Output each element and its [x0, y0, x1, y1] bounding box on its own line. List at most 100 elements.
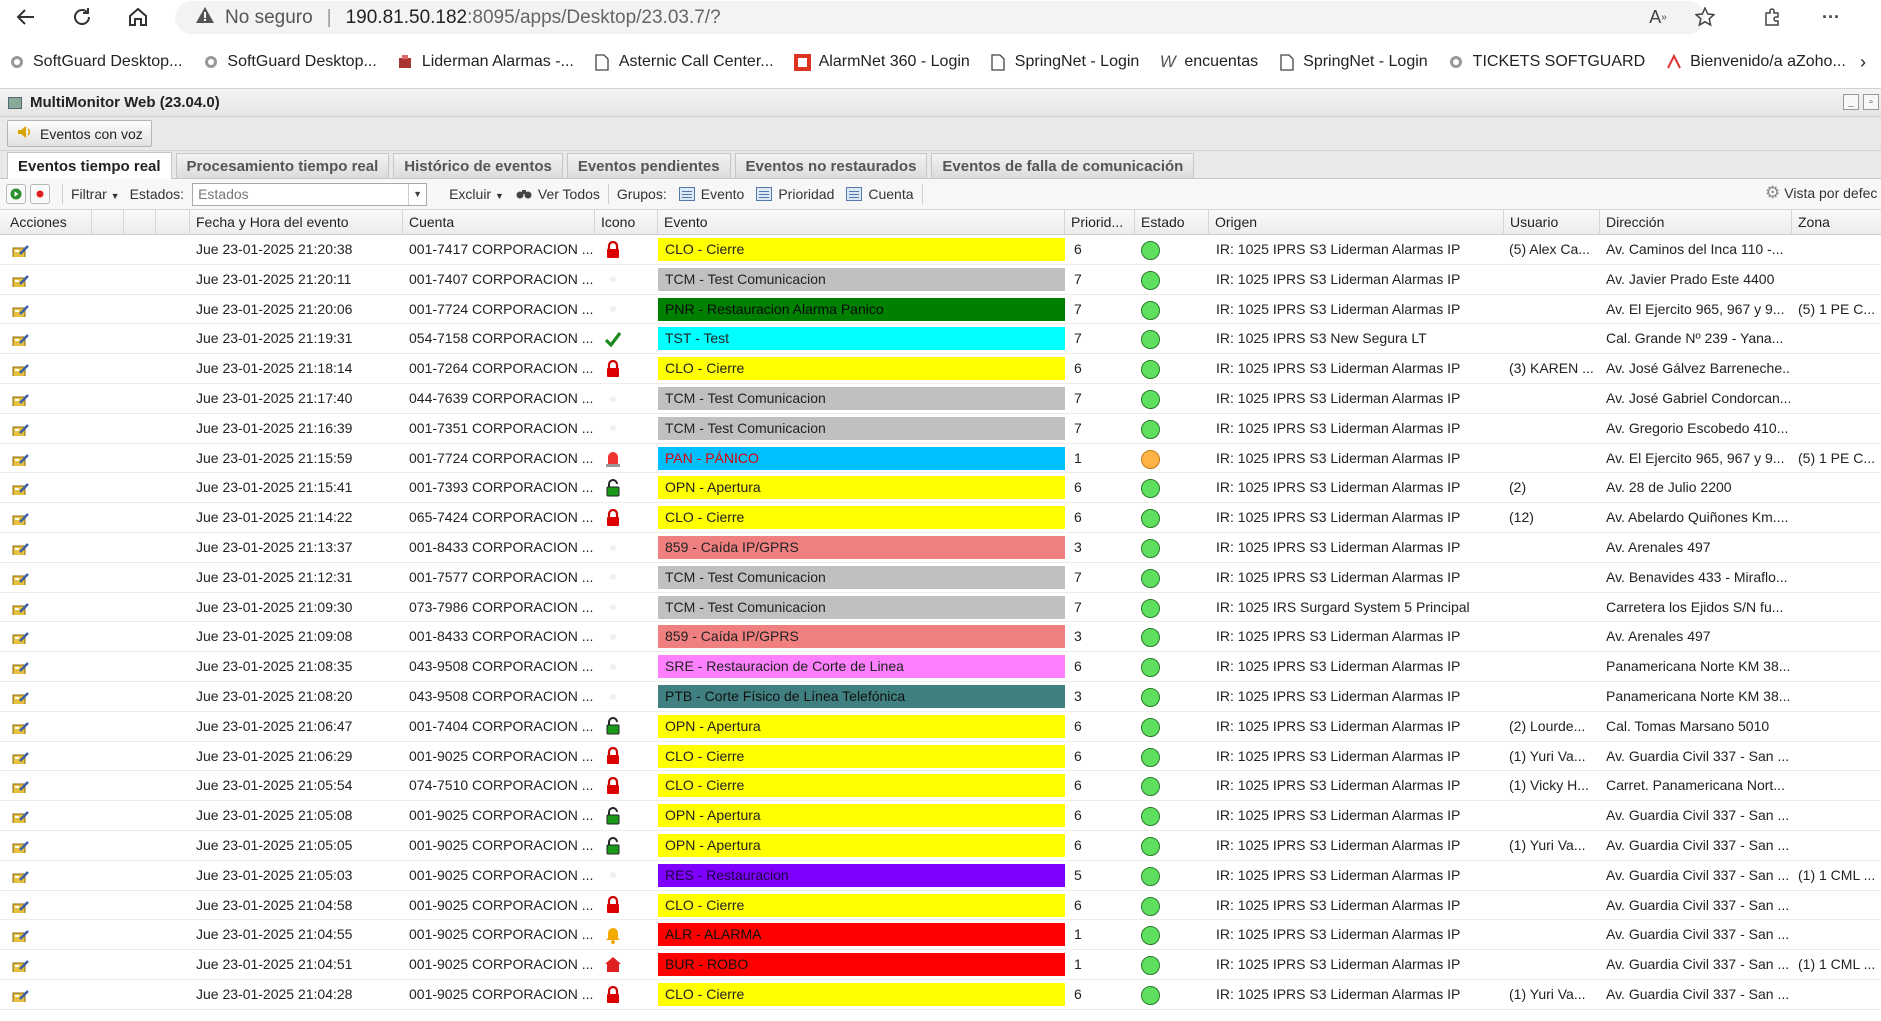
tab-eventos-no-restaurados[interactable]: Eventos no restaurados — [734, 153, 928, 178]
bookmark-alarmnet[interactable]: AlarmNet 360 - Login — [793, 53, 970, 71]
actions-icon[interactable] — [12, 628, 30, 645]
actions-icon[interactable] — [12, 569, 30, 585]
minimize-button[interactable]: _ — [1843, 94, 1859, 110]
table-row[interactable]: Jue 23-01-2025 21:06:47 001-7404 CORPORAC… — [0, 712, 1881, 742]
actions-icon[interactable] — [12, 926, 30, 943]
tab-eventos-tiempo-real[interactable]: Eventos tiempo real — [7, 152, 172, 179]
col-estado[interactable]: Estado — [1135, 210, 1209, 234]
more-menu-icon[interactable]: ··· — [1816, 3, 1846, 31]
table-row[interactable]: Jue 23-01-2025 21:17:40 044-7639 CORPORAC… — [0, 384, 1881, 414]
actions-icon[interactable] — [12, 807, 30, 824]
actions-icon[interactable] — [12, 956, 30, 973]
actions-icon[interactable] — [12, 271, 30, 287]
home-icon[interactable] — [124, 3, 152, 31]
col-usuario[interactable]: Usuario — [1504, 210, 1600, 234]
actions-icon[interactable] — [12, 748, 30, 764]
play-button[interactable] — [6, 184, 26, 204]
actions-icon[interactable] — [12, 986, 30, 1002]
table-row[interactable]: Jue 23-01-2025 21:20:11 001-7407 CORPORAC… — [0, 265, 1881, 295]
restore-button[interactable]: ▫ — [1863, 94, 1879, 110]
table-row[interactable]: Jue 23-01-2025 21:08:35 043-9508 CORPORAC… — [0, 652, 1881, 682]
actions-icon[interactable] — [12, 599, 30, 615]
actions-icon[interactable] — [12, 509, 30, 526]
chevron-down-icon[interactable]: ▼ — [408, 183, 426, 205]
actions-icon[interactable] — [12, 450, 30, 466]
table-row[interactable]: Jue 23-01-2025 21:05:03 001-9025 CORPORAC… — [0, 861, 1881, 891]
bookmark-softguard-1[interactable]: SoftGuard Desktop... — [8, 53, 182, 71]
col-acciones[interactable]: Acciones — [4, 210, 92, 234]
col-blank-1[interactable] — [92, 210, 124, 234]
excluir-menu[interactable]: Excluir ▼ — [449, 186, 504, 202]
bookmark-tickets[interactable]: TICKETS SOFTGUARD — [1448, 53, 1645, 71]
actions-icon[interactable] — [12, 301, 30, 317]
table-row[interactable]: Jue 23-01-2025 21:20:38 001-7417 CORPORAC… — [0, 235, 1881, 265]
ver-todos-button[interactable]: Ver Todos — [516, 186, 600, 203]
tab-eventos-falla-comunicacion[interactable]: Eventos de falla de comunicación — [931, 153, 1195, 178]
actions-icon[interactable] — [12, 241, 30, 257]
col-evento[interactable]: Evento — [658, 210, 1065, 234]
actions-icon[interactable] — [12, 360, 30, 377]
col-zona[interactable]: Zona — [1792, 210, 1881, 234]
table-row[interactable]: Jue 23-01-2025 21:16:39 001-7351 CORPORAC… — [0, 414, 1881, 444]
col-blank-3[interactable] — [156, 210, 190, 234]
bookmark-liderman[interactable]: Liderman Alarmas -... — [397, 53, 574, 71]
actions-icon[interactable] — [12, 479, 30, 496]
table-row[interactable]: Jue 23-01-2025 21:05:05 001-9025 CORPORAC… — [0, 831, 1881, 861]
bookmark-springnet-2[interactable]: SpringNet - Login — [1278, 53, 1428, 71]
address-bar[interactable]: No seguro | 190.81.50.182:8095/apps/Desk… — [175, 1, 1705, 34]
group-by-evento-button[interactable]: Evento — [678, 186, 744, 202]
actions-icon[interactable] — [12, 897, 30, 913]
table-row[interactable]: Jue 23-01-2025 21:09:08 001-8433 CORPORAC… — [0, 622, 1881, 653]
col-origen[interactable]: Origen — [1209, 210, 1504, 234]
actions-icon[interactable] — [12, 420, 30, 436]
col-cuenta[interactable]: Cuenta — [403, 210, 595, 234]
col-blank-2[interactable] — [124, 210, 156, 234]
tab-procesamiento-tiempo-real[interactable]: Procesamiento tiempo real — [175, 153, 390, 178]
table-row[interactable]: Jue 23-01-2025 21:18:14 001-7264 CORPORAC… — [0, 354, 1881, 384]
filtrar-menu[interactable]: Filtrar ▼ — [71, 186, 120, 202]
bookmark-asternic[interactable]: Asternic Call Center... — [594, 53, 774, 71]
table-row[interactable]: Jue 23-01-2025 21:20:06 001-7724 CORPORAC… — [0, 295, 1881, 325]
table-row[interactable]: Jue 23-01-2025 21:04:58 001-9025 CORPORAC… — [0, 891, 1881, 921]
voice-events-button[interactable]: Eventos con voz — [7, 120, 152, 147]
group-by-prioridad-button[interactable]: Prioridad — [756, 186, 834, 202]
bookmark-zoho[interactable]: Bienvenido/a aZoho... — [1665, 53, 1846, 71]
actions-icon[interactable] — [12, 837, 30, 853]
table-row[interactable]: Jue 23-01-2025 21:08:20 043-9508 CORPORAC… — [0, 682, 1881, 712]
table-row[interactable]: Jue 23-01-2025 21:09:30 073-7986 CORPORAC… — [0, 593, 1881, 623]
group-by-cuenta-button[interactable]: Cuenta — [846, 186, 914, 202]
col-fecha-hora[interactable]: Fecha y Hora del evento — [190, 210, 403, 234]
actions-icon[interactable] — [12, 688, 30, 704]
bookmark-softguard-2[interactable]: SoftGuard Desktop... — [202, 53, 377, 71]
table-row[interactable]: Jue 23-01-2025 21:13:37 001-8433 CORPORAC… — [0, 533, 1881, 563]
table-row[interactable]: Jue 23-01-2025 21:15:59 001-7724 CORPORAC… — [0, 444, 1881, 474]
table-row[interactable]: Jue 23-01-2025 21:15:41 001-7393 CORPORAC… — [0, 473, 1881, 504]
favorite-star-icon[interactable] — [1690, 3, 1720, 31]
estados-select[interactable]: Estados ▼ — [192, 182, 428, 206]
back-arrow-icon[interactable] — [12, 3, 40, 31]
actions-icon[interactable] — [12, 658, 30, 675]
stop-button[interactable] — [30, 184, 50, 204]
table-row[interactable]: Jue 23-01-2025 21:05:54 074-7510 CORPORAC… — [0, 771, 1881, 802]
table-row[interactable]: Jue 23-01-2025 21:19:31 054-7158 CORPORAC… — [0, 324, 1881, 355]
chevron-right-icon[interactable]: › — [1860, 52, 1866, 73]
actions-icon[interactable] — [12, 539, 30, 555]
actions-icon[interactable] — [12, 867, 30, 883]
table-row[interactable]: Jue 23-01-2025 21:04:51 001-9025 CORPORAC… — [0, 950, 1881, 980]
table-row[interactable]: Jue 23-01-2025 21:04:55 001-9025 CORPORAC… — [0, 920, 1881, 951]
col-direccion[interactable]: Dirección — [1600, 210, 1792, 234]
actions-icon[interactable] — [12, 777, 30, 794]
table-row[interactable]: Jue 23-01-2025 21:12:31 001-7577 CORPORAC… — [0, 563, 1881, 593]
bookmark-encuentas[interactable]: Wencuentas — [1159, 52, 1258, 71]
table-row[interactable]: Jue 23-01-2025 21:06:29 001-9025 CORPORAC… — [0, 742, 1881, 772]
table-row[interactable]: Jue 23-01-2025 21:14:22 065-7424 CORPORAC… — [0, 503, 1881, 533]
reload-icon[interactable] — [68, 3, 96, 31]
extensions-icon[interactable] — [1757, 3, 1787, 31]
default-view-button[interactable]: ⚙ Vista por defec — [1765, 183, 1877, 203]
read-aloud-icon[interactable]: A» — [1643, 3, 1673, 31]
actions-icon[interactable] — [12, 718, 30, 734]
col-prioridad[interactable]: Priorid... — [1065, 210, 1135, 234]
actions-icon[interactable] — [12, 390, 30, 406]
table-row[interactable]: Jue 23-01-2025 21:04:28 001-9025 CORPORAC… — [0, 980, 1881, 1010]
actions-icon[interactable] — [12, 330, 30, 347]
